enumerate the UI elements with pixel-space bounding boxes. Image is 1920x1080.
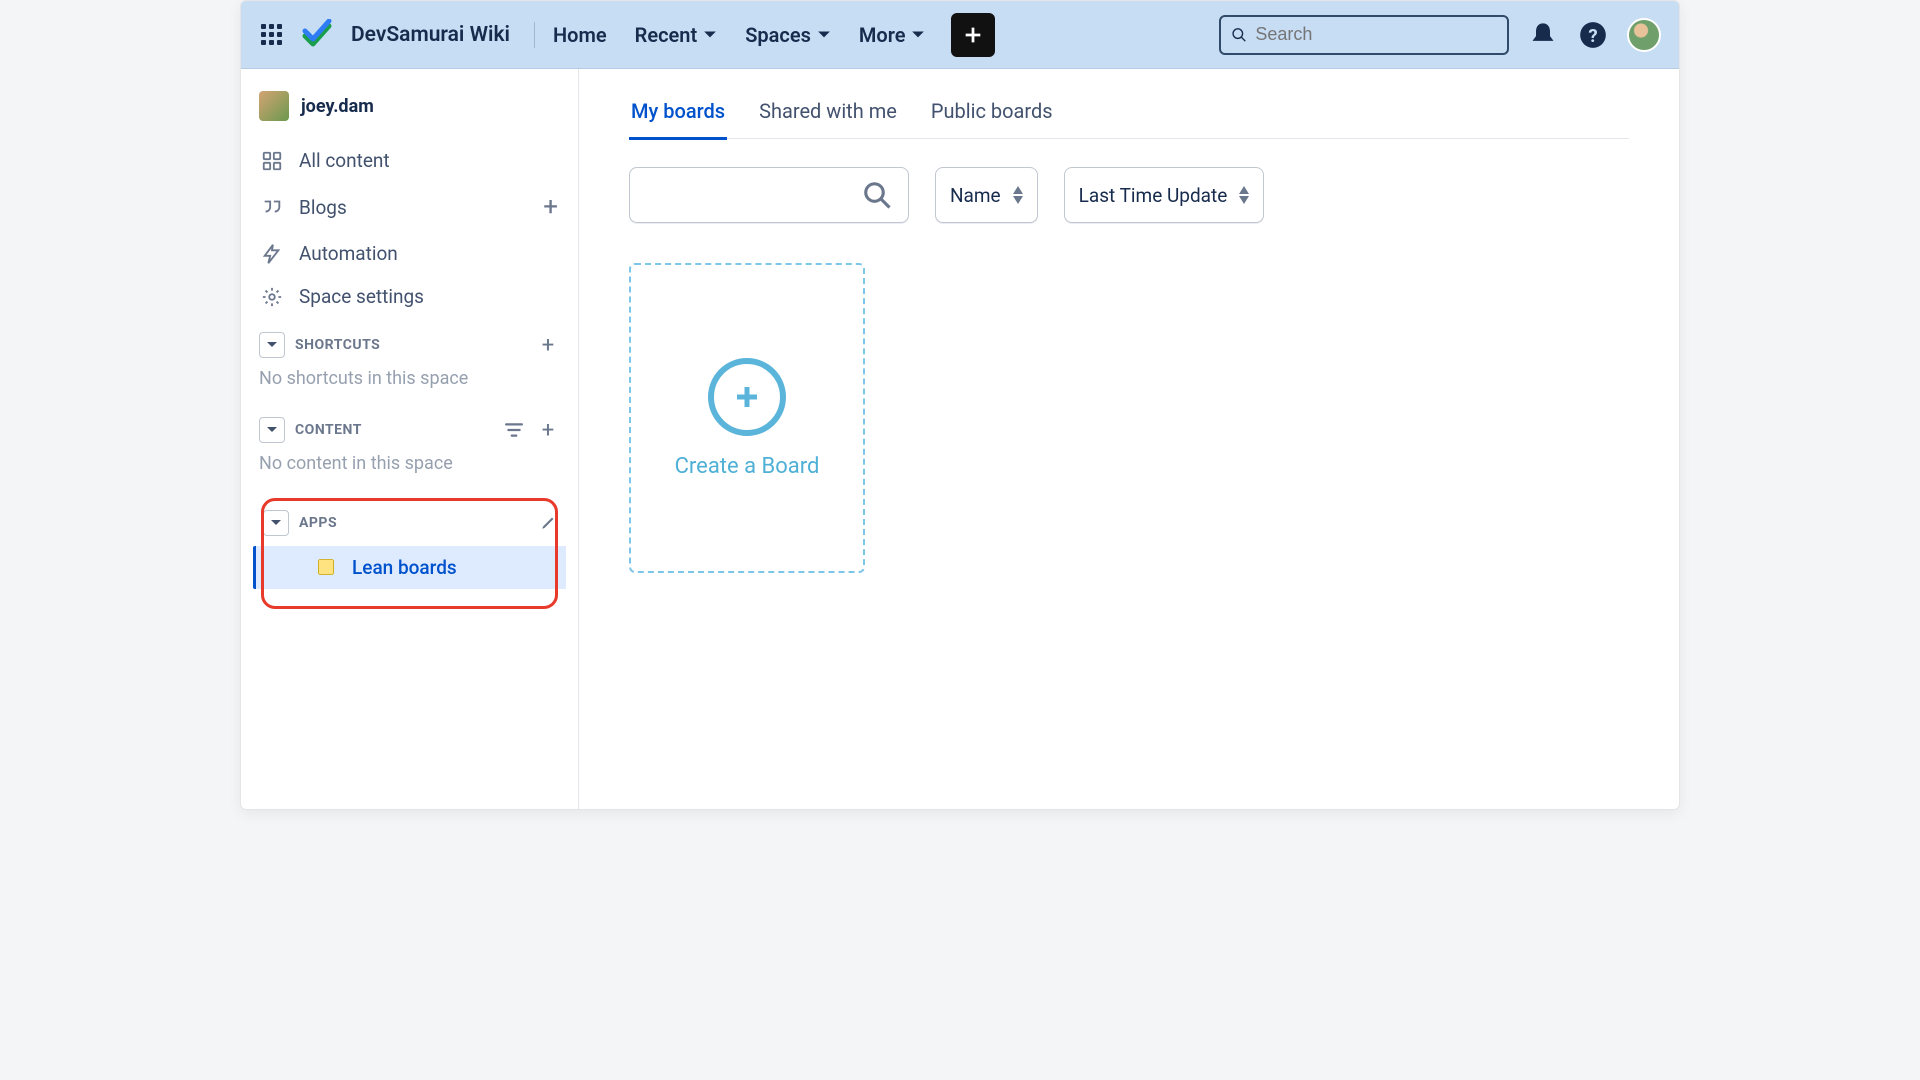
help-icon[interactable]: ? bbox=[1577, 19, 1609, 51]
content-empty-text: No content in this space bbox=[241, 447, 578, 488]
nav-more[interactable]: More bbox=[859, 23, 926, 47]
notifications-icon[interactable] bbox=[1527, 19, 1559, 51]
nav-recent[interactable]: Recent bbox=[635, 23, 718, 47]
app-switcher-icon[interactable] bbox=[259, 23, 283, 47]
add-shortcut-button[interactable]: + bbox=[536, 333, 560, 357]
top-nav: DevSamurai Wiki Home Recent Spaces More … bbox=[241, 1, 1679, 69]
sort-spinner-icon bbox=[1239, 186, 1249, 204]
nav-divider bbox=[534, 22, 535, 48]
svg-text:?: ? bbox=[1588, 25, 1597, 47]
filter-content-button[interactable] bbox=[502, 418, 526, 442]
dropdown-label: Last Time Update bbox=[1079, 184, 1228, 207]
main-content: My boards Shared with me Public boards N… bbox=[579, 69, 1679, 809]
nav-home[interactable]: Home bbox=[553, 23, 607, 47]
collapse-toggle[interactable] bbox=[259, 417, 285, 443]
quote-icon bbox=[261, 196, 283, 218]
create-button[interactable] bbox=[951, 13, 995, 57]
sort-by-name-select[interactable]: Name bbox=[935, 167, 1038, 223]
sidebar-shortcuts-header: SHORTCUTS + bbox=[241, 318, 578, 362]
wiki-name[interactable]: DevSamurai Wiki bbox=[351, 23, 510, 47]
user-thumb-icon bbox=[259, 91, 289, 121]
sidebar-all-content[interactable]: All content bbox=[241, 139, 578, 182]
sidebar-app-lean-boards[interactable]: Lean boards bbox=[253, 546, 566, 589]
sidebar-blogs[interactable]: Blogs + bbox=[241, 182, 578, 232]
search-input-container[interactable] bbox=[1219, 15, 1509, 55]
sidebar-user-name: joey.dam bbox=[301, 96, 374, 117]
tab-my-boards[interactable]: My boards bbox=[629, 99, 727, 140]
sidebar-automation[interactable]: Automation bbox=[241, 232, 578, 275]
sidebar-content-header: CONTENT + bbox=[241, 403, 578, 447]
chevron-down-icon bbox=[911, 23, 925, 47]
sort-spinner-icon bbox=[1013, 186, 1023, 204]
search-input[interactable] bbox=[1255, 24, 1497, 45]
collapse-toggle[interactable] bbox=[263, 510, 289, 536]
sidebar-space-settings[interactable]: Space settings bbox=[241, 275, 578, 318]
grid-icon bbox=[261, 150, 283, 172]
board-search-input[interactable] bbox=[629, 167, 909, 223]
add-blog-button[interactable]: + bbox=[543, 192, 558, 222]
sidebar-user[interactable]: joey.dam bbox=[241, 91, 578, 139]
sidebar: joey.dam All content Blogs + Automation … bbox=[241, 69, 579, 809]
create-board-label: Create a Board bbox=[675, 454, 820, 479]
edit-apps-button[interactable] bbox=[540, 513, 560, 533]
gear-icon bbox=[261, 286, 283, 308]
sidebar-apps-header: APPS bbox=[241, 498, 578, 546]
sidebar-item-label: Automation bbox=[299, 242, 398, 265]
collapse-toggle[interactable] bbox=[259, 332, 285, 358]
chevron-down-icon bbox=[817, 23, 831, 47]
search-icon bbox=[862, 180, 892, 210]
sidebar-item-label: Lean boards bbox=[352, 556, 457, 579]
section-label: APPS bbox=[299, 515, 337, 531]
sort-by-update-select[interactable]: Last Time Update bbox=[1064, 167, 1265, 223]
nav-spaces[interactable]: Spaces bbox=[745, 23, 831, 47]
shortcuts-empty-text: No shortcuts in this space bbox=[241, 362, 578, 403]
plus-circle-icon bbox=[708, 358, 786, 436]
user-avatar[interactable] bbox=[1627, 18, 1661, 52]
sidebar-item-label: All content bbox=[299, 149, 390, 172]
search-icon bbox=[1231, 26, 1247, 44]
note-icon bbox=[316, 557, 338, 579]
bolt-icon bbox=[261, 243, 283, 265]
tab-shared-with-me[interactable]: Shared with me bbox=[757, 99, 899, 138]
product-logo-icon[interactable] bbox=[301, 19, 333, 51]
section-label: SHORTCUTS bbox=[295, 337, 380, 353]
tab-public-boards[interactable]: Public boards bbox=[929, 99, 1055, 138]
add-content-button[interactable]: + bbox=[536, 418, 560, 442]
dropdown-label: Name bbox=[950, 184, 1001, 207]
chevron-down-icon bbox=[703, 23, 717, 47]
section-label: CONTENT bbox=[295, 422, 362, 438]
board-tabs: My boards Shared with me Public boards bbox=[629, 99, 1629, 139]
sidebar-item-label: Space settings bbox=[299, 285, 424, 308]
create-board-card[interactable]: Create a Board bbox=[629, 263, 865, 573]
sidebar-item-label: Blogs bbox=[299, 196, 347, 219]
